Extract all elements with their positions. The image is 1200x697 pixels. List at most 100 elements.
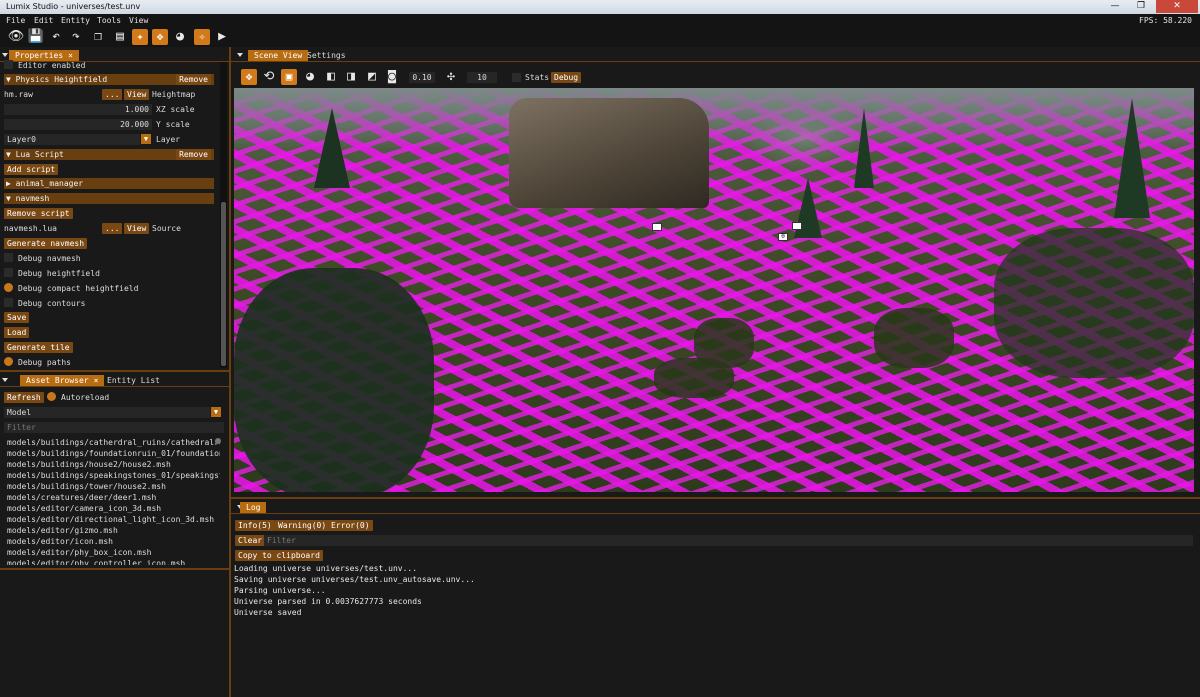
generate-tile-button[interactable]: Generate tile (4, 342, 73, 353)
add-script-button[interactable]: Add script (4, 164, 59, 175)
script-animal-manager[interactable]: ▶ animal_manager (4, 178, 214, 189)
menu-entity[interactable]: Entity (61, 16, 90, 25)
save-icon[interactable]: 💾 (28, 29, 44, 45)
physics-heightfield-header[interactable]: ▼ Physics Heightfield Remove (4, 74, 214, 85)
remove-script-button[interactable]: Remove script (4, 208, 73, 219)
asset-list-item[interactable]: models/buildings/foundationruin_01/found… (7, 448, 220, 459)
asset-list-item[interactable]: models/editor/phy_box_icon.msh (7, 547, 152, 558)
warning-filter-button[interactable]: Warning(0) (275, 520, 330, 531)
autoreload-checkbox[interactable] (47, 392, 56, 401)
remove-lua-button[interactable]: Remove (176, 149, 211, 160)
debug-paths-checkbox[interactable] (4, 357, 13, 366)
undo-icon[interactable]: ↶ (48, 29, 64, 45)
globe-icon[interactable]: ◕ (172, 29, 188, 45)
tab-entity-list[interactable]: Entity List (101, 375, 166, 386)
redo-icon[interactable]: ↷ (68, 29, 84, 45)
asset-list-item[interactable]: models/editor/icon.msh (7, 536, 113, 547)
view-source-button[interactable]: View (124, 223, 150, 234)
asset-filter-input[interactable]: Filter (4, 422, 224, 433)
refresh-button[interactable]: Refresh (4, 392, 44, 403)
play-icon[interactable]: ▶ (214, 29, 230, 45)
tab-log[interactable]: Log (240, 502, 267, 513)
entity-marker[interactable] (792, 222, 802, 230)
world-coord-icon[interactable]: ◕ (302, 69, 318, 85)
asset-list-item[interactable]: models/buildings/house2/house2.msh (7, 459, 171, 470)
close-button[interactable]: ✕ (1156, 0, 1198, 13)
close-tab-icon[interactable]: × (94, 376, 99, 385)
chevron-down-icon[interactable]: ▼ (141, 134, 151, 144)
y-scale-input[interactable]: 20.000 (4, 119, 152, 130)
asset-list-item[interactable]: models/editor/camera_icon_3d.msh (7, 503, 161, 514)
scrollbar-thumb[interactable] (221, 202, 226, 366)
editor-enabled-checkbox[interactable] (4, 60, 13, 69)
debug-button[interactable]: Debug (551, 72, 582, 83)
panel-menu-icon[interactable] (237, 53, 243, 57)
error-filter-button[interactable]: Error(0) (328, 520, 373, 531)
eye-icon[interactable]: 👁 (8, 29, 25, 45)
log-filter-input[interactable]: Filter (264, 535, 1193, 546)
asset-list-item[interactable]: models/buildings/speakingstones_01/speak… (7, 470, 220, 481)
layer-select[interactable]: Layer0 (4, 134, 140, 145)
debug-navmesh-row[interactable]: Debug navmesh (4, 253, 81, 264)
entity-marker[interactable] (652, 223, 662, 231)
debug-contours-row[interactable]: Debug contours (4, 298, 85, 309)
paste-icon[interactable]: ▤ (112, 29, 128, 45)
entity-marker[interactable]: 0 (778, 233, 788, 241)
autoreload-row[interactable]: Autoreload (47, 392, 109, 403)
chevron-down-icon[interactable]: ▼ (211, 407, 221, 417)
local-coord-icon[interactable]: ▣ (281, 69, 297, 85)
scroll-indicator[interactable] (215, 438, 221, 444)
clear-button[interactable]: Clear (235, 535, 266, 546)
remove-physics-button[interactable]: Remove (176, 74, 211, 85)
rotate-mode-icon[interactable]: ⟲ (261, 69, 277, 85)
copy-icon[interactable]: ❐ (90, 29, 106, 45)
tab-settings[interactable]: Settings (301, 50, 352, 61)
tab-scene-view[interactable]: Scene View (248, 50, 309, 61)
menu-tools[interactable]: Tools (97, 16, 121, 25)
generate-navmesh-button[interactable]: Generate navmesh (4, 238, 88, 249)
info-filter-button[interactable]: Info(5) (235, 520, 275, 531)
panel-menu-icon[interactable] (2, 378, 8, 382)
translate-mode-icon[interactable]: ✥ (241, 69, 257, 85)
load-button[interactable]: Load (4, 327, 30, 338)
debug-compact-row[interactable]: Debug compact heightfield (4, 283, 138, 294)
scene-viewport[interactable]: 0 (234, 88, 1194, 492)
editor-enabled-row[interactable]: Editor enabled (4, 60, 85, 71)
grid-size-input[interactable]: 10 (467, 72, 497, 83)
debug-navmesh-checkbox[interactable] (4, 253, 13, 262)
camera-icon[interactable]: ◙ (384, 69, 400, 85)
menu-file[interactable]: File (6, 16, 25, 25)
browse-source-button[interactable]: ... (102, 223, 123, 234)
cube-side-icon[interactable]: ◩ (364, 69, 380, 85)
minimize-button[interactable]: — (1102, 0, 1128, 13)
view-heightmap-button[interactable]: View (124, 89, 150, 100)
menu-view[interactable]: View (129, 16, 148, 25)
maximize-button[interactable]: ❐ (1128, 0, 1154, 13)
asset-list-item[interactable]: models/editor/gizmo.msh (7, 525, 118, 536)
debug-compact-checkbox[interactable] (4, 283, 13, 292)
lua-script-header[interactable]: ▼ Lua Script Remove (4, 149, 214, 160)
snap-icon[interactable]: ✦ (132, 29, 148, 45)
pivot-icon[interactable]: ✥ (152, 29, 168, 45)
close-tab-icon[interactable]: × (68, 51, 73, 60)
grid-move-icon[interactable]: ✣ (443, 69, 459, 85)
save-button[interactable]: Save (4, 312, 30, 323)
asset-list-item[interactable]: models/editor/phy_controller_icon.msh (7, 558, 185, 565)
stats-checkbox[interactable] (512, 73, 521, 82)
asset-list-item[interactable]: models/buildings/catherdral_ruins/cathed… (7, 437, 220, 448)
debug-contours-checkbox[interactable] (4, 298, 13, 307)
asset-list-item[interactable]: models/editor/directional_light_icon_3d.… (7, 514, 214, 525)
menu-edit[interactable]: Edit (34, 16, 53, 25)
properties-scrollbar[interactable] (220, 62, 227, 368)
xz-scale-input[interactable]: 1.000 (4, 104, 152, 115)
cube-top-icon[interactable]: ◨ (343, 69, 359, 85)
debug-heightfield-checkbox[interactable] (4, 268, 13, 277)
asset-list-item[interactable]: models/creatures/deer/deer1.msh (7, 492, 156, 503)
debug-heightfield-row[interactable]: Debug heightfield (4, 268, 100, 279)
copy-to-clipboard-button[interactable]: Copy to clipboard (235, 550, 323, 561)
cube-front-icon[interactable]: ◧ (323, 69, 339, 85)
camera-speed-input[interactable]: 0.10 (409, 72, 435, 83)
script-navmesh[interactable]: ▼ navmesh (4, 193, 214, 204)
panel-menu-icon[interactable] (2, 53, 8, 57)
browse-heightmap-button[interactable]: ... (102, 89, 123, 100)
